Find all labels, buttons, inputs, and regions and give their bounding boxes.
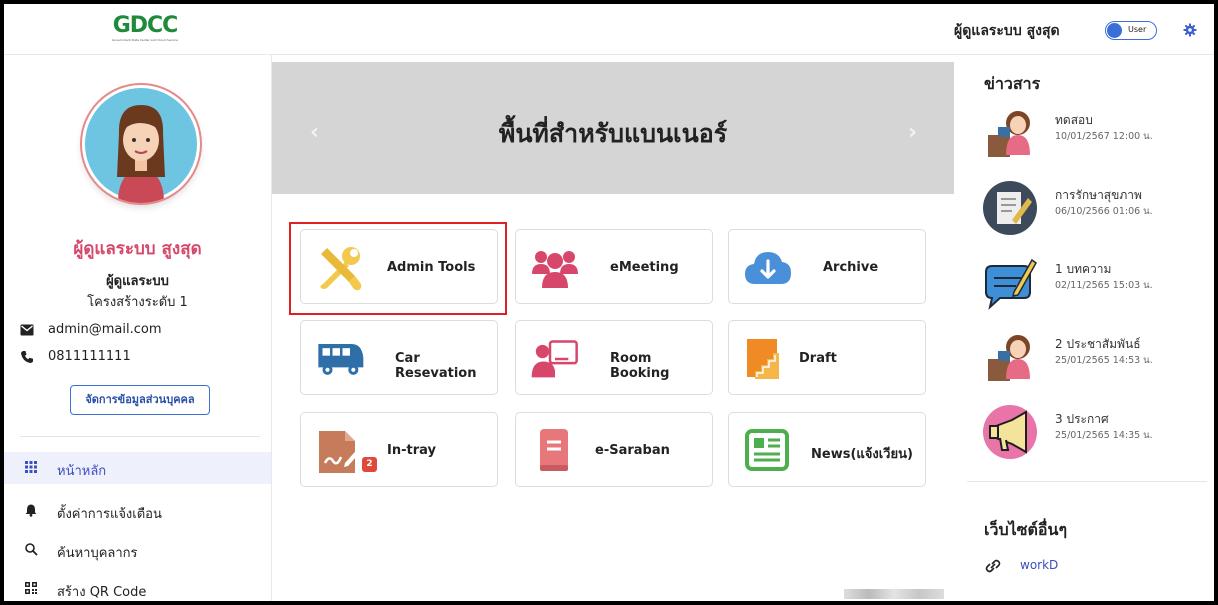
sidebar-item-label: ค้นหาบุคลากร xyxy=(57,546,138,561)
phone-icon xyxy=(21,350,33,363)
in-tray-count-badge: 2 xyxy=(362,457,377,472)
selection-highlight xyxy=(289,222,507,315)
logo-text: GDCC xyxy=(112,13,179,38)
newspaper-icon xyxy=(745,429,789,471)
office-worker-icon xyxy=(988,111,1030,157)
avatar[interactable] xyxy=(82,85,200,203)
app-tile-label: News(แจ้งเวียน) xyxy=(811,447,913,462)
news-section-title: ข่าวสาร xyxy=(984,74,1041,93)
news-date: 02/11/2565 15:03 น. xyxy=(1055,280,1153,291)
cloud-download-icon xyxy=(745,252,791,284)
gear-icon[interactable] xyxy=(1182,22,1198,38)
people-icon xyxy=(532,251,578,288)
banner-title: พื้นที่สำหรับแบนเนอร์ xyxy=(498,119,728,148)
contact-email: admin@mail.com xyxy=(20,322,161,337)
document-icon xyxy=(540,429,568,471)
news-date: 25/01/2565 14:35 น. xyxy=(1055,430,1153,441)
app-tile-label: In-tray xyxy=(387,443,436,458)
news-divider xyxy=(967,481,1207,482)
mail-icon xyxy=(20,324,34,335)
user-mode-toggle[interactable]: User xyxy=(1105,21,1157,40)
app-tile-car-reservation[interactable]: Car Resevation xyxy=(300,320,498,395)
top-header: GDCC Government Data Center and Cloud Se… xyxy=(4,4,1214,55)
logo-subtext: Government Data Center and Cloud Service xyxy=(111,38,179,42)
app-tile-draft[interactable]: Draft xyxy=(728,320,926,395)
sidebar-item-search-people[interactable]: ค้นหาบุคลากร xyxy=(4,534,271,566)
contact-phone: 0811111111 xyxy=(20,349,131,364)
qr-code-icon xyxy=(25,582,37,594)
sidebar-divider xyxy=(20,436,260,437)
note-edit-icon xyxy=(983,181,1037,235)
news-item[interactable]: 1 บทความ 02/11/2565 15:03 น. xyxy=(982,254,1202,310)
toggle-knob xyxy=(1107,23,1122,38)
email-text: admin@mail.com xyxy=(48,322,162,337)
profile-role: ผู้ดูแลระบบ xyxy=(106,274,169,289)
draft-icon xyxy=(747,339,779,379)
news-date: 06/10/2566 01:06 น. xyxy=(1055,206,1153,217)
link-icon xyxy=(985,559,1001,572)
app-tile-label: Draft xyxy=(799,351,837,366)
sidebar-item-label: ตั้งค่าการแจ้งเตือน xyxy=(57,507,162,522)
app-tile-emeeting[interactable]: eMeeting xyxy=(515,229,713,304)
other-sites-title: เว็บไซต์อื่นๆ xyxy=(984,520,1068,539)
profile-name: ผู้ดูแลระบบ สูงสุด xyxy=(73,239,202,259)
news-date: 25/01/2565 14:53 น. xyxy=(1055,355,1153,366)
presentation-icon xyxy=(531,340,578,378)
phone-text: 0811111111 xyxy=(48,349,131,364)
app-tile-e-saraban[interactable]: e-Saraban xyxy=(515,412,713,487)
carousel-next-button[interactable]: › xyxy=(908,120,917,145)
megaphone-icon xyxy=(983,405,1037,459)
sidebar-item-label: สร้าง QR Code xyxy=(57,585,147,600)
signature-icon xyxy=(319,431,364,473)
app-tile-label: e-Saraban xyxy=(595,443,670,458)
banner-carousel[interactable]: ‹ พื้นที่สำหรับแบนเนอร์ › xyxy=(272,62,954,194)
sidebar-item-home[interactable]: หน้าหลัก xyxy=(4,452,271,484)
search-icon xyxy=(25,543,38,556)
bus-icon xyxy=(318,344,364,375)
news-item[interactable]: การรักษาสุขภาพ 06/10/2566 01:06 น. xyxy=(982,180,1202,236)
chat-pencil-icon xyxy=(985,258,1037,310)
site-link-workd[interactable]: workD xyxy=(984,558,1058,573)
site-link-label: workD xyxy=(1020,558,1059,572)
sidebar-item-notifications[interactable]: ตั้งค่าการแจ้งเตือน xyxy=(4,495,271,527)
left-sidebar: ผู้ดูแลระบบ สูงสุด ผู้ดูแลระบบ โครงสร้าง… xyxy=(4,55,272,601)
app-tile-room-booking[interactable]: Room Booking xyxy=(515,320,713,395)
office-worker-icon xyxy=(988,335,1030,381)
blurred-text xyxy=(844,589,944,599)
app-tile-label: Car Resevation xyxy=(395,351,477,381)
app-tile-archive[interactable]: Archive xyxy=(728,229,926,304)
news-date: 10/01/2567 12:00 น. xyxy=(1055,131,1153,142)
sidebar-item-label: หน้าหลัก xyxy=(57,464,107,479)
app-tile-label: eMeeting xyxy=(610,260,679,275)
news-item[interactable]: 2 ประชาสัมพันธ์ 25/01/2565 14:53 น. xyxy=(982,329,1202,385)
news-title: 3 ประกาศ xyxy=(1055,412,1109,426)
gdcc-logo[interactable]: GDCC Government Data Center and Cloud Se… xyxy=(100,14,190,46)
grid-icon xyxy=(25,461,37,473)
header-user-name[interactable]: ผู้ดูแลระบบ สูงสุด xyxy=(954,20,1060,42)
app-tile-news[interactable]: News(แจ้งเวียน) xyxy=(728,412,926,487)
sidebar-item-qr-code[interactable]: สร้าง QR Code xyxy=(4,573,271,601)
news-item[interactable]: ทดสอบ 10/01/2567 12:00 น. xyxy=(982,105,1202,161)
app-tile-in-tray[interactable]: In-tray xyxy=(300,412,498,487)
profile-level: โครงสร้างระดับ 1 xyxy=(87,295,188,310)
news-title: ทดสอบ xyxy=(1055,113,1093,127)
app-tile-label: Archive xyxy=(823,260,879,275)
toggle-label: User xyxy=(1128,25,1147,34)
app-tile-label: Room Booking xyxy=(610,351,670,381)
news-title: 2 ประชาสัมพันธ์ xyxy=(1055,337,1141,351)
news-title: การรักษาสุขภาพ xyxy=(1055,188,1142,202)
manage-profile-button[interactable]: จัดการข้อมูลส่วนบุคคล xyxy=(70,385,210,415)
news-item[interactable]: 3 ประกาศ 25/01/2565 14:35 น. xyxy=(982,404,1202,460)
avatar-illustration xyxy=(85,88,197,203)
app-window: GDCC Government Data Center and Cloud Se… xyxy=(4,4,1214,601)
news-title: 1 บทความ xyxy=(1055,262,1112,276)
bell-icon xyxy=(25,504,37,517)
